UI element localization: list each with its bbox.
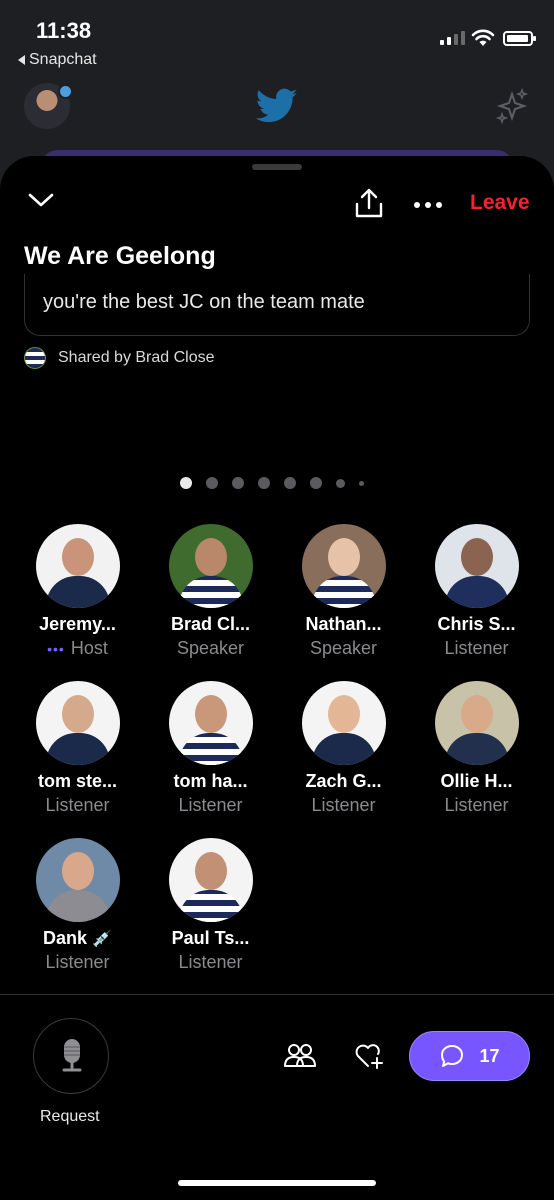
participant-role: Listener [45, 795, 110, 815]
page-dot [258, 477, 270, 489]
request-label: Request [40, 1108, 100, 1125]
participant[interactable]: Dank 💉 Listener [11, 838, 144, 973]
participant[interactable]: Ollie H... Listener [410, 681, 543, 816]
page-dot [284, 477, 296, 489]
participant[interactable]: Jeremy... ••• Host [11, 524, 144, 659]
avatar [301, 681, 386, 765]
request-mic-button[interactable] [33, 1018, 109, 1094]
participant-name: Brad Cl... [170, 614, 250, 634]
host-dots-icon: ••• [47, 640, 65, 657]
participant-role: Speaker [309, 638, 378, 658]
avatar [35, 681, 120, 765]
participant-role: ••• Host [47, 638, 108, 658]
participant[interactable]: Paul Ts... Listener [144, 838, 277, 973]
sharer-avatar [24, 347, 46, 369]
back-caret-icon [18, 55, 25, 65]
shared-tweet-text: you're the best JC on the team mate [43, 291, 365, 313]
chevron-down-icon[interactable] [26, 190, 56, 210]
page-dot [310, 477, 322, 489]
more-icon[interactable] [414, 202, 442, 208]
page-dot [336, 478, 345, 488]
shared-tweet-card[interactable]: you're the best JC on the team mate [24, 274, 530, 336]
leave-button[interactable]: Leave [470, 191, 530, 215]
footer-divider [0, 994, 554, 995]
cellular-signal-icon [440, 31, 465, 45]
space-sheet: Leave We Are Geelong you're the best JC … [0, 156, 554, 1200]
wifi-icon [471, 29, 495, 46]
participant-name: Dank 💉 [43, 928, 112, 948]
participant-name: Nathan... [305, 614, 382, 634]
avatar [168, 524, 253, 608]
page-dot [232, 477, 244, 489]
participant-role: Listener [444, 795, 509, 815]
participant-name: tom ha... [173, 771, 248, 791]
status-time: 11:38 [36, 18, 92, 43]
avatar [168, 681, 253, 765]
shared-by-label: Shared by Brad Close [58, 349, 215, 366]
twitter-bird-icon [256, 88, 298, 123]
participant-name: Chris S... [437, 614, 516, 634]
participant-role: Listener [178, 952, 243, 972]
participant-name: Paul Ts... [171, 928, 250, 948]
participant-name: Zach G... [305, 771, 382, 791]
participant-role: Listener [178, 795, 243, 815]
participant[interactable]: tom ha... Listener [144, 681, 277, 816]
avatar [35, 838, 120, 922]
notification-dot [58, 84, 73, 99]
avatar [434, 524, 519, 608]
page-dot [206, 477, 218, 489]
participant-role: Speaker [176, 638, 245, 658]
participant-name: tom ste... [37, 771, 117, 791]
avatar [168, 838, 253, 922]
page-dot [180, 477, 192, 489]
participant[interactable]: Zach G... Listener [277, 681, 410, 816]
page-dot [359, 480, 364, 486]
comments-button[interactable]: 17 [409, 1031, 530, 1081]
participant-role: Listener [45, 952, 110, 972]
participant[interactable]: Brad Cl... Speaker [144, 524, 277, 659]
home-indicator[interactable] [178, 1180, 376, 1186]
participant-role: Listener [311, 795, 376, 815]
participant-role: Listener [444, 638, 509, 658]
microphone-icon [62, 1039, 82, 1072]
comment-count: 17 [479, 1045, 500, 1066]
participant[interactable]: Chris S... Listener [410, 524, 543, 659]
participant-name: Jeremy... [39, 614, 116, 634]
share-icon[interactable] [352, 186, 386, 220]
comment-icon [441, 1045, 464, 1067]
syringe-icon: 💉 [92, 931, 112, 948]
battery-icon [503, 31, 536, 46]
space-title: We Are Geelong [24, 242, 216, 270]
avatar [301, 524, 386, 608]
shared-by-row: Shared by Brad Close [24, 347, 215, 369]
page-indicator [180, 477, 364, 489]
avatar [434, 681, 519, 765]
heart-plus-icon[interactable] [354, 1042, 384, 1070]
participant-name: Ollie H... [440, 771, 513, 791]
back-app-label: Snapchat [29, 51, 97, 68]
sparkle-icon[interactable] [494, 88, 530, 124]
participant[interactable]: tom ste... Listener [11, 681, 144, 816]
participant[interactable]: Nathan... Speaker [277, 524, 410, 659]
avatar [35, 524, 120, 608]
sheet-grabber[interactable] [252, 164, 302, 170]
status-bar: 11:38 Snapchat [0, 0, 554, 80]
people-icon[interactable] [284, 1042, 316, 1068]
back-to-app-link[interactable]: Snapchat [18, 51, 97, 69]
